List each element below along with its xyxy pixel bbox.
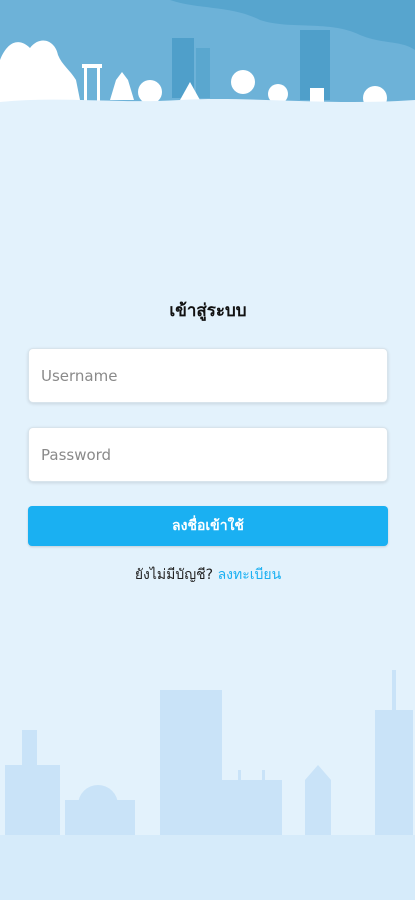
login-button[interactable]: ลงชื่อเข้าใช้	[28, 506, 388, 546]
password-input[interactable]	[28, 427, 388, 482]
signup-row: ยังไม่มีบัญชี? ลงทะเบียน	[28, 564, 388, 586]
username-input[interactable]	[28, 348, 388, 403]
signup-link[interactable]: ลงทะเบียน	[218, 567, 282, 583]
login-panel: เข้าสู่ระบบ ลงชื่อเข้าใช้ ยังไม่มีบัญชี?…	[28, 300, 388, 586]
signup-prompt: ยังไม่มีบัญชี?	[134, 567, 214, 583]
top-skyline-illustration	[0, 0, 415, 125]
bottom-skyline-illustration	[0, 670, 415, 900]
login-title: เข้าสู่ระบบ	[169, 301, 247, 321]
